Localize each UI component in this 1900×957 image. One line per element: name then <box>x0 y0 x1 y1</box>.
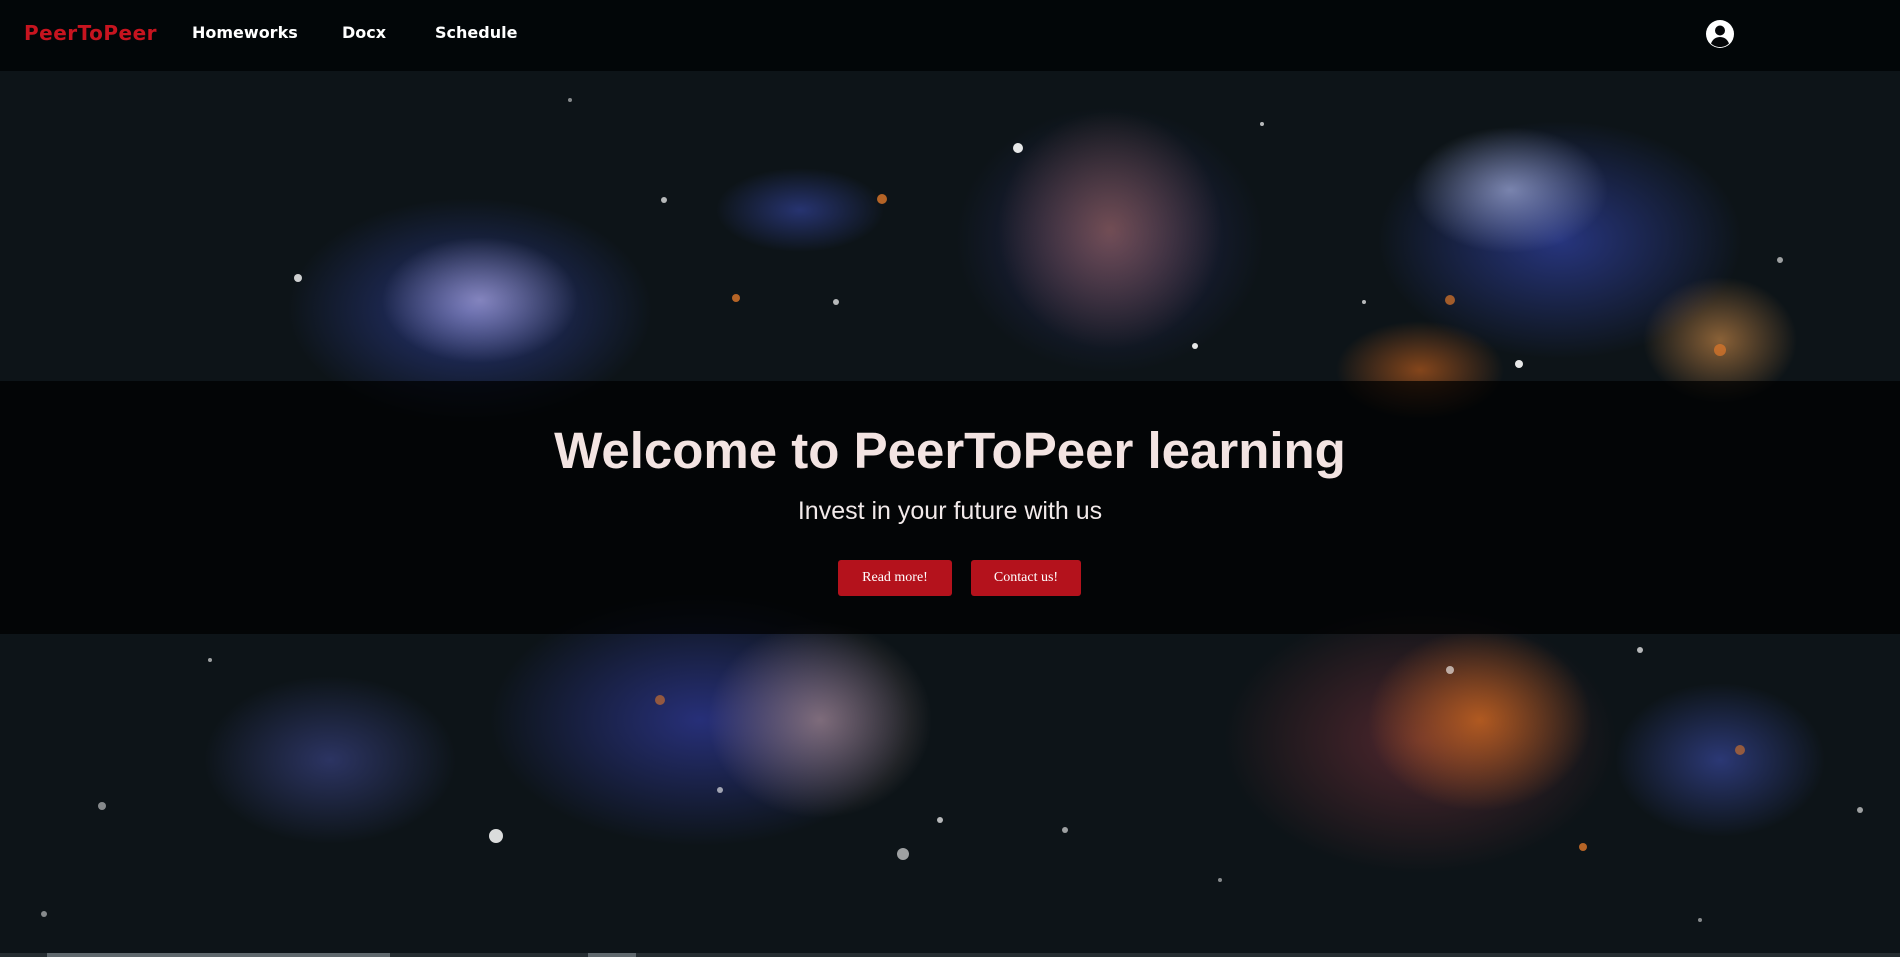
hero-overlay: Welcome to PeerToPeer learning Invest in… <box>0 381 1900 634</box>
page: PeerToPeer Homeworks Docx Schedule Welco… <box>0 0 1900 957</box>
nav-link-homeworks[interactable]: Homeworks <box>192 23 298 42</box>
read-more-button[interactable]: Read more! <box>838 560 952 596</box>
user-circle-icon <box>1706 20 1734 48</box>
scrollbar-thumb[interactable] <box>47 953 390 957</box>
contact-us-button[interactable]: Contact us! <box>971 560 1081 596</box>
scrollbar-thumb-secondary[interactable] <box>588 953 636 957</box>
hero-title: Welcome to PeerToPeer learning <box>554 422 1346 479</box>
hero-subtitle: Invest in your future with us <box>797 497 1103 525</box>
navbar: PeerToPeer Homeworks Docx Schedule <box>0 0 1900 71</box>
horizontal-scrollbar[interactable] <box>0 953 1900 957</box>
brand-logo-link[interactable]: PeerToPeer <box>24 21 157 45</box>
nav-link-schedule[interactable]: Schedule <box>435 23 517 42</box>
user-account-button[interactable] <box>1705 19 1735 49</box>
nav-link-docx[interactable]: Docx <box>342 23 386 42</box>
